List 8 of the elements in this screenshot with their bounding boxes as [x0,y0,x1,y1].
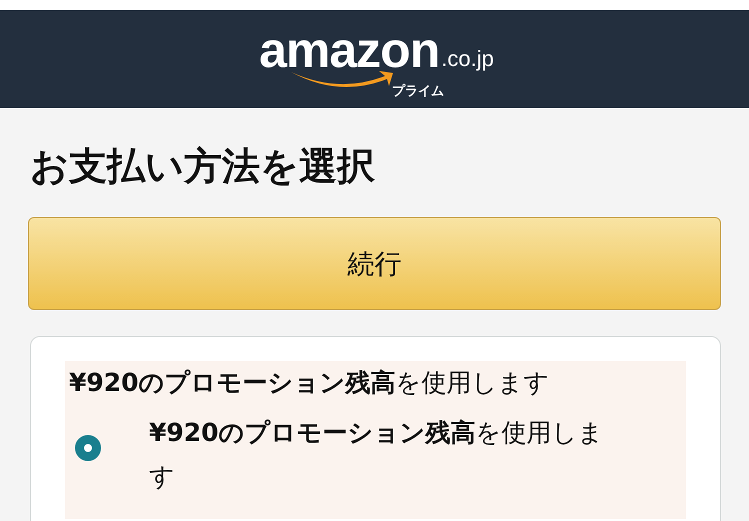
logo-subtitle: プライム [390,82,444,100]
page-title: お支払い方法を選択 [30,143,376,190]
radio-button[interactable] [75,435,101,461]
promotion-heading: ¥920のプロモーション残高を使用します [69,367,551,399]
logo-domain: .co.jp [441,46,494,72]
logo-wordmark: amazon [259,26,440,74]
continue-button[interactable]: 続行 [28,217,721,310]
option-label: ¥920のプロモーション残高を使用します [149,417,605,493]
